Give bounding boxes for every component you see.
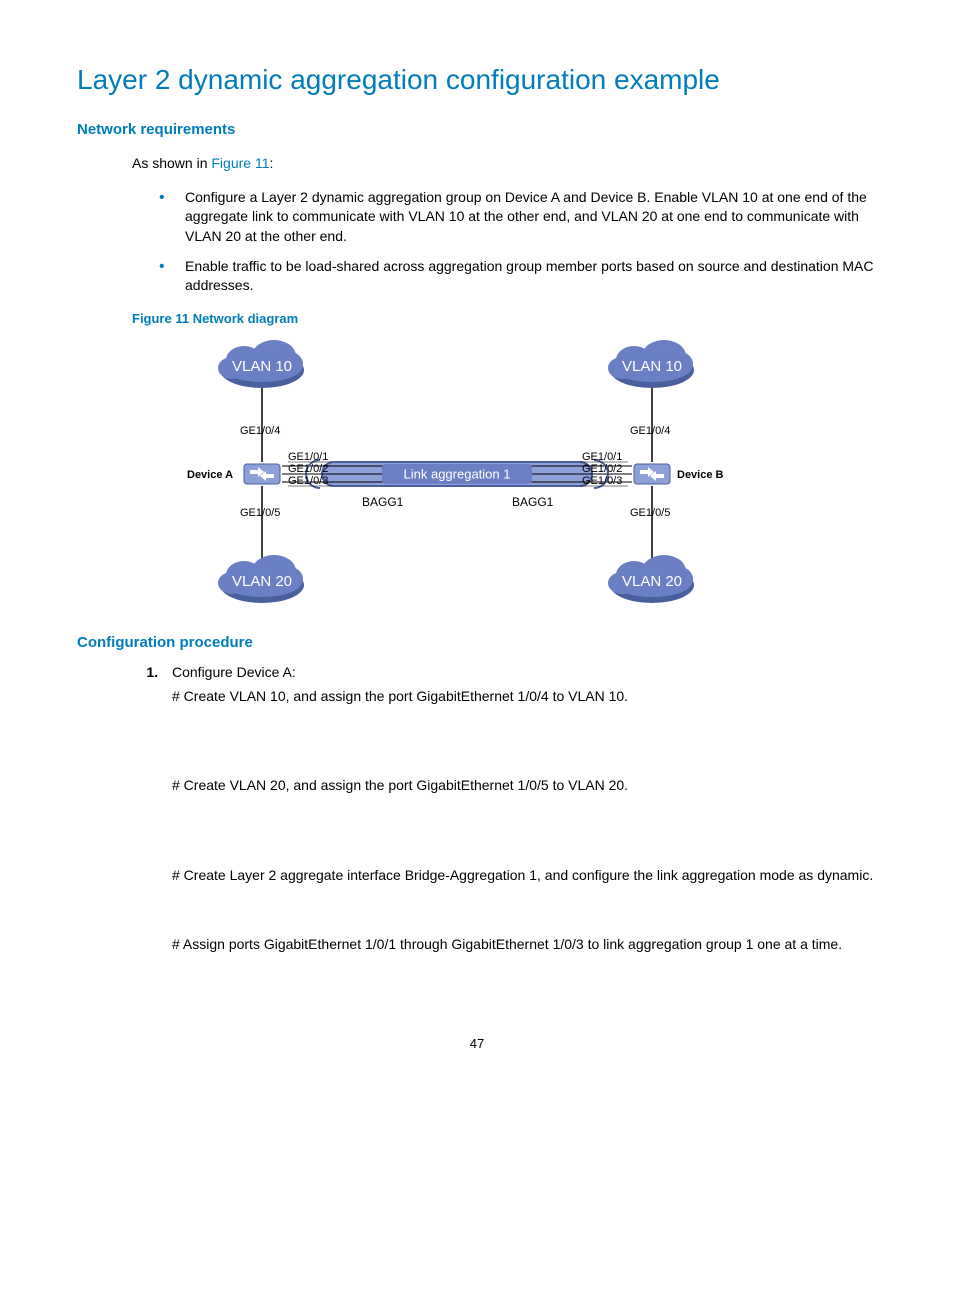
- configuration-procedure-heading: Configuration procedure: [77, 632, 877, 653]
- vlan10-cloud: VLAN 10: [622, 358, 682, 375]
- procedure-step: Configure Device A: # Create VLAN 10, an…: [162, 663, 877, 955]
- intro-pre: As shown in: [132, 155, 211, 171]
- step-title: Configure Device A:: [172, 664, 296, 680]
- requirement-item: Enable traffic to be load-shared across …: [147, 257, 877, 296]
- intro-paragraph: As shown in Figure 11:: [132, 154, 877, 174]
- port-label: GE1/0/4: [630, 425, 670, 437]
- requirement-item: Configure a Layer 2 dynamic aggregation …: [147, 188, 877, 247]
- port-label: GE1/0/2: [582, 463, 622, 475]
- vlan10-cloud: VLAN 10: [232, 358, 292, 375]
- port-label: GE1/0/1: [582, 451, 622, 463]
- step-para: # Create VLAN 10, and assign the port Gi…: [172, 687, 877, 707]
- page-title: Layer 2 dynamic aggregation configuratio…: [77, 60, 877, 99]
- step-para: # Create VLAN 20, and assign the port Gi…: [172, 776, 877, 796]
- requirements-list: Configure a Layer 2 dynamic aggregation …: [147, 188, 877, 296]
- port-label: GE1/0/3: [582, 475, 622, 487]
- figure-link[interactable]: Figure 11: [211, 155, 269, 171]
- vlan20-cloud: VLAN 20: [232, 573, 292, 590]
- bagg-label: BAGG1: [362, 495, 404, 509]
- step-para: # Assign ports GigabitEthernet 1/0/1 thr…: [172, 935, 877, 955]
- bagg-label: BAGG1: [512, 495, 554, 509]
- procedure-list: Configure Device A: # Create VLAN 10, an…: [132, 663, 877, 955]
- device-b-label: Device B: [677, 469, 724, 481]
- network-diagram: Link aggregation 1 VLAN 10 VLAN 10 VLAN …: [132, 334, 877, 614]
- page-number: 47: [77, 1035, 877, 1053]
- network-requirements-heading: Network requirements: [77, 119, 877, 140]
- port-label: GE1/0/1: [288, 451, 328, 463]
- port-label: GE1/0/3: [288, 475, 328, 487]
- vlan20-cloud: VLAN 20: [622, 573, 682, 590]
- port-label: GE1/0/4: [240, 425, 280, 437]
- step-para: # Create Layer 2 aggregate interface Bri…: [172, 866, 877, 886]
- port-label: GE1/0/2: [288, 463, 328, 475]
- port-label: GE1/0/5: [240, 507, 280, 519]
- port-label: GE1/0/5: [630, 507, 670, 519]
- figure-caption: Figure 11 Network diagram: [132, 310, 877, 328]
- device-a-label: Device A: [187, 469, 233, 481]
- link-aggregation-label: Link aggregation 1: [404, 466, 511, 481]
- intro-post: :: [269, 155, 273, 171]
